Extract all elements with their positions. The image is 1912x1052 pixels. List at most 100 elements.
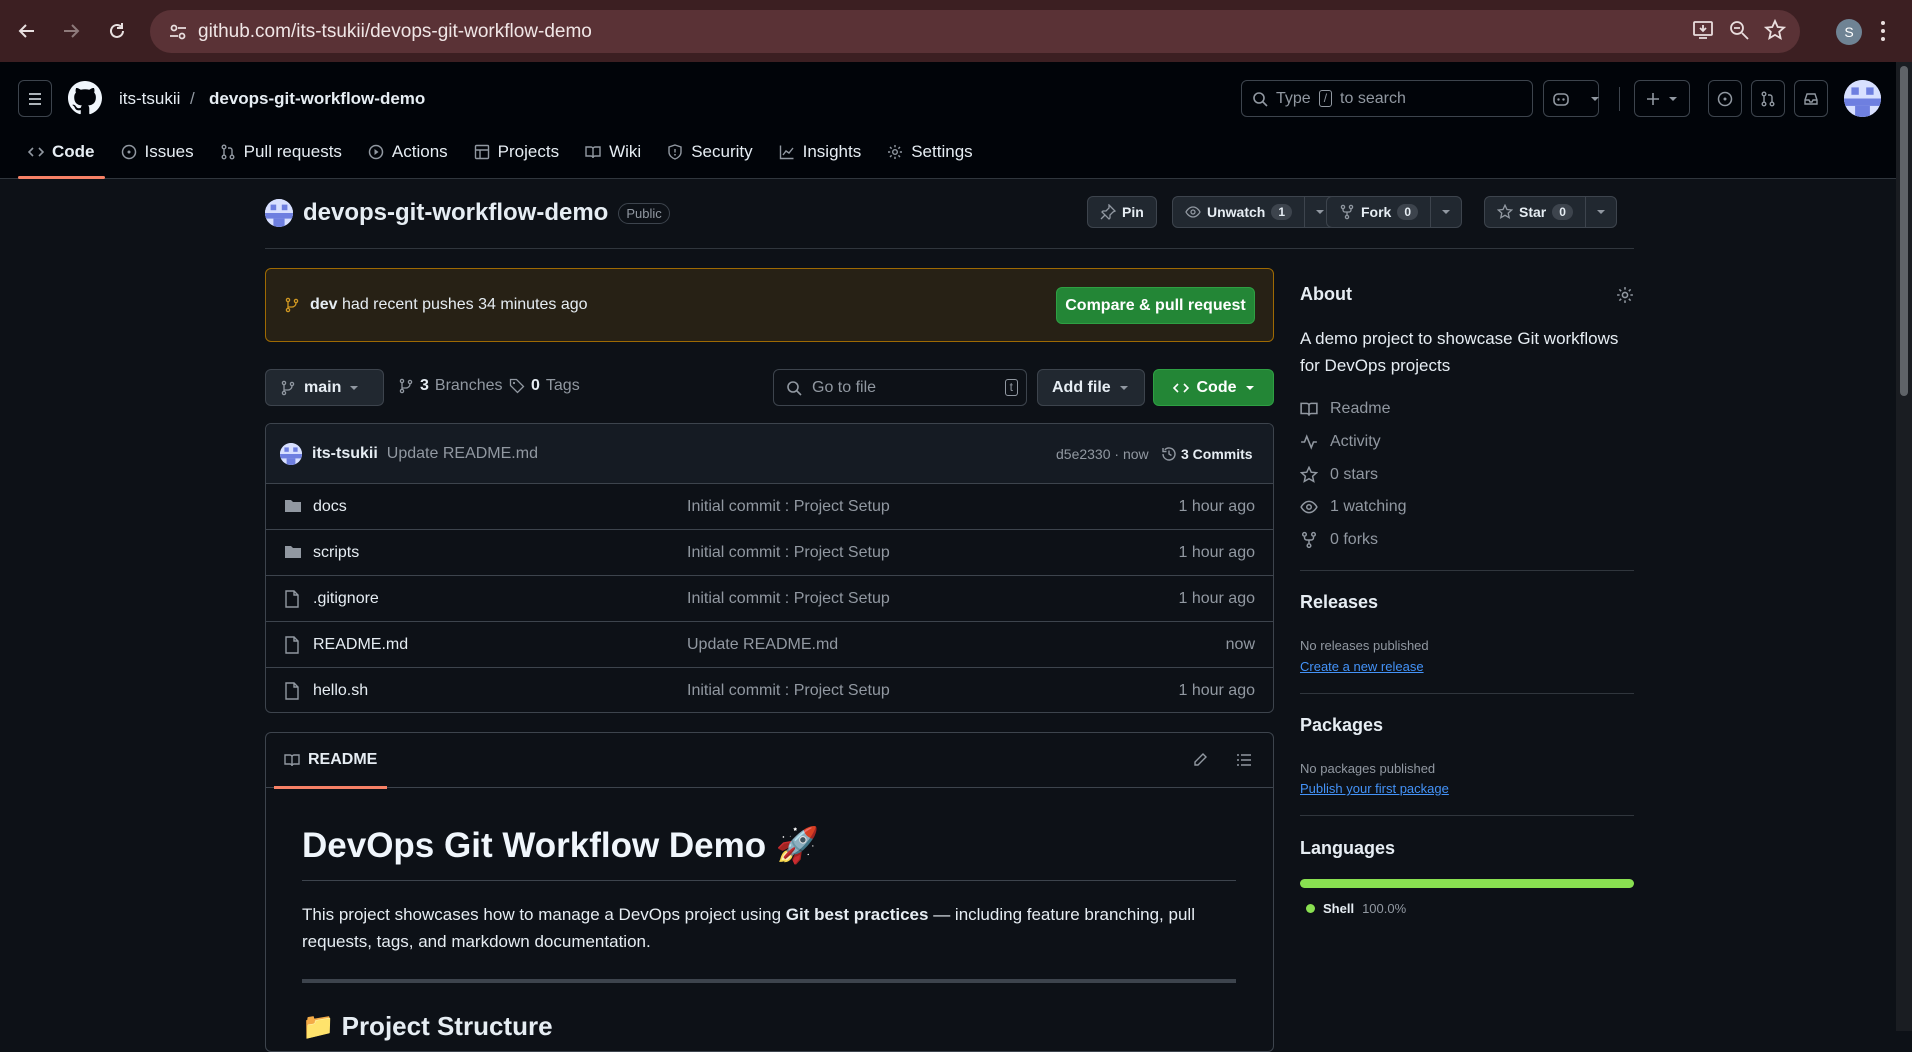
file-name[interactable]: docs — [313, 498, 347, 516]
reload-icon[interactable] — [104, 18, 130, 44]
file-icon — [284, 636, 300, 654]
languages-title: Languages — [1300, 838, 1396, 858]
file-name[interactable]: .gitignore — [313, 590, 379, 608]
tab-wiki[interactable]: Wiki — [575, 133, 651, 171]
url-text[interactable]: github.com/its-tsukii/devops-git-workflo… — [198, 21, 592, 43]
compare-pull-request-button[interactable]: Compare & pull request — [1056, 287, 1255, 324]
outline-list-icon[interactable] — [1236, 752, 1252, 768]
hamburger-menu-icon[interactable] — [18, 80, 52, 117]
readme-tab[interactable]: README — [273, 751, 388, 789]
tab-actions[interactable]: Actions — [358, 133, 458, 171]
go-to-file-input[interactable]: Go to file t — [773, 369, 1027, 406]
fork-button[interactable]: Fork 0 — [1326, 196, 1463, 228]
address-bar[interactable]: github.com/its-tsukii/devops-git-workflo… — [150, 10, 1800, 53]
branch-selector[interactable]: main — [265, 369, 384, 406]
star-count: 0 — [1552, 204, 1573, 220]
inbox-icon[interactable] — [1794, 80, 1828, 117]
add-file-button[interactable]: Add file — [1037, 369, 1145, 406]
file-commit-message[interactable]: Update README.md — [687, 636, 838, 654]
bookmark-star-icon[interactable] — [1764, 19, 1786, 41]
branch-icon — [399, 378, 413, 394]
fork-count: 0 — [1397, 204, 1419, 220]
forward-icon[interactable] — [58, 18, 84, 44]
sidebar-divider — [1300, 693, 1634, 694]
packages-title[interactable]: Packages — [1300, 715, 1383, 736]
commit-message[interactable]: Update README.md — [387, 445, 538, 463]
unwatch-button[interactable]: Unwatch 1 — [1172, 196, 1337, 228]
pin-button[interactable]: Pin — [1087, 196, 1157, 228]
table-row[interactable]: docs Initial commit : Project Setup 1 ho… — [266, 484, 1273, 530]
tab-issues[interactable]: Issues — [111, 133, 204, 171]
commit-author-avatar[interactable] — [280, 442, 302, 465]
readme-link[interactable]: Readme — [1300, 400, 1390, 418]
pull-requests-icon[interactable] — [1751, 80, 1785, 117]
site-settings-icon[interactable] — [158, 23, 198, 41]
watching-link[interactable]: 1 watching — [1300, 498, 1407, 516]
releases-title[interactable]: Releases — [1300, 592, 1378, 613]
create-release-link[interactable]: Create a new release — [1300, 659, 1424, 674]
owner-avatar[interactable] — [265, 199, 293, 227]
tab-insights[interactable]: Insights — [769, 133, 872, 171]
table-row[interactable]: README.md Update README.md now — [266, 622, 1273, 668]
stars-link[interactable]: 0 stars — [1300, 466, 1378, 484]
tab-code[interactable]: Code — [18, 133, 105, 179]
branches-link[interactable]: 3 Branches — [398, 377, 503, 395]
header-divider — [1619, 87, 1620, 111]
tab-projects[interactable]: Projects — [464, 133, 569, 171]
tab-label: Security — [691, 142, 753, 161]
table-row[interactable]: hello.sh Initial commit : Project Setup … — [266, 668, 1273, 712]
chevron-down-icon — [1668, 94, 1678, 104]
table-row[interactable]: .gitignore Initial commit : Project Setu… — [266, 576, 1273, 622]
language-item[interactable]: Shell 100.0% — [1306, 901, 1406, 916]
file-commit-message[interactable]: Initial commit : Project Setup — [687, 682, 890, 700]
repo-name[interactable]: devops-git-workflow-demo — [303, 199, 608, 227]
activity-label: Activity — [1330, 433, 1381, 450]
chevron-down-icon[interactable] — [1586, 197, 1616, 227]
copilot-button[interactable] — [1543, 80, 1599, 117]
tab-pull-requests[interactable]: Pull requests — [210, 133, 352, 171]
create-new-button[interactable] — [1634, 80, 1690, 117]
tab-settings[interactable]: Settings — [877, 133, 982, 171]
file-commit-message[interactable]: Initial commit : Project Setup — [687, 590, 890, 608]
github-logo-icon[interactable] — [68, 81, 102, 115]
file-commit-message[interactable]: Initial commit : Project Setup — [687, 544, 890, 562]
user-avatar[interactable] — [1844, 80, 1881, 117]
history-icon — [1162, 446, 1176, 461]
search-input[interactable]: Type / to search — [1241, 80, 1533, 117]
chevron-down-icon[interactable] — [1431, 197, 1461, 227]
star-button[interactable]: Star 0 — [1484, 196, 1617, 228]
activity-link[interactable]: Activity — [1300, 433, 1381, 451]
book-icon — [284, 754, 300, 767]
book-icon — [1300, 402, 1318, 416]
readme-hr — [302, 979, 1236, 983]
browser-menu-icon[interactable] — [1880, 19, 1886, 43]
search-suffix: to search — [1340, 89, 1406, 107]
zoom-icon[interactable] — [1728, 19, 1750, 41]
commit-author[interactable]: its-tsukii — [312, 445, 378, 463]
back-icon[interactable] — [14, 18, 40, 44]
fork-label: Fork — [1361, 204, 1392, 220]
tags-link[interactable]: 0 Tags — [509, 377, 580, 395]
install-app-icon[interactable] — [1692, 19, 1714, 41]
pushed-branch[interactable]: dev — [310, 296, 338, 313]
profile-avatar[interactable]: S — [1836, 19, 1862, 45]
code-button[interactable]: Code — [1153, 369, 1274, 406]
file-name[interactable]: hello.sh — [313, 682, 368, 700]
scrollbar-thumb[interactable] — [1900, 66, 1908, 396]
pencil-icon[interactable] — [1192, 752, 1208, 768]
file-age: 1 hour ago — [1178, 544, 1255, 561]
tab-security[interactable]: Security — [657, 133, 762, 171]
commits-link[interactable]: 3 Commits — [1161, 446, 1253, 462]
issues-icon[interactable] — [1708, 80, 1742, 117]
file-name[interactable]: scripts — [313, 544, 359, 562]
publish-package-link[interactable]: Publish your first package — [1300, 781, 1449, 796]
table-row[interactable]: scripts Initial commit : Project Setup 1… — [266, 530, 1273, 576]
file-commit-message[interactable]: Initial commit : Project Setup — [687, 498, 890, 516]
file-name[interactable]: README.md — [313, 636, 408, 654]
commit-sha[interactable]: d5e2330 · now — [1056, 446, 1149, 462]
breadcrumb-repo[interactable]: devops-git-workflow-demo — [209, 89, 425, 109]
gear-icon[interactable] — [1616, 286, 1634, 304]
forks-link[interactable]: 0 forks — [1300, 531, 1378, 549]
branch-name: main — [304, 378, 342, 396]
breadcrumb-owner[interactable]: its-tsukii — [119, 89, 180, 109]
